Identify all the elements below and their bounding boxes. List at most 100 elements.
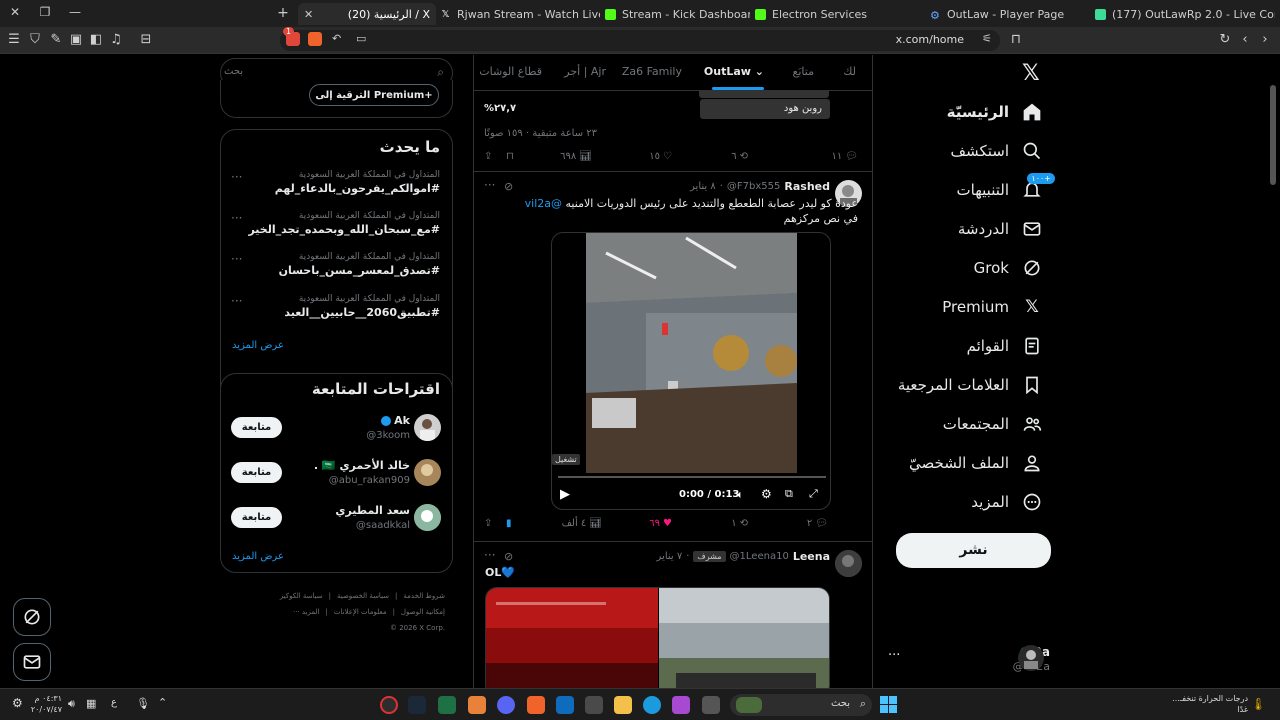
share-button[interactable]: ⇪	[484, 151, 492, 162]
avatar[interactable]	[835, 550, 862, 577]
settings-icon[interactable]: ⚙	[761, 487, 772, 501]
close-window-icon[interactable]: ✕	[6, 5, 24, 19]
repost-button[interactable]: ⟲ ٦	[731, 151, 748, 162]
footer-link[interactable]: المزيد ···	[293, 604, 320, 620]
footer-link[interactable]: معلومات الإعلانات	[334, 604, 387, 620]
suggestion-name[interactable]: Ak	[394, 414, 410, 427]
reload-icon[interactable]: ↻	[1217, 32, 1233, 48]
nav-profile[interactable]: الملف الشخصيّ	[909, 448, 1043, 478]
tab-outlaw[interactable]: OutLaw ⌄	[704, 65, 764, 78]
site-settings-icon[interactable]: ⚟	[982, 32, 992, 45]
grok-icon[interactable]: ⊘	[504, 550, 513, 563]
back-icon[interactable]: ‹	[1237, 32, 1253, 48]
start-icon[interactable]	[880, 696, 897, 713]
copilot-icon[interactable]	[672, 696, 690, 714]
tab-outlaw-console[interactable]: (177) OutLawRp 2.0 - Live Console	[1095, 3, 1275, 25]
restore-window-icon[interactable]: ❐	[36, 5, 54, 19]
account-avatar[interactable]	[1018, 645, 1044, 671]
app-a-icon[interactable]	[468, 696, 486, 714]
video-player[interactable]: تشغيل ▶ 0:00 / 0:13 🔈︎ ⚙ ⧉ ⤢	[551, 232, 831, 510]
suggestion-name[interactable]: خالد الأحمري 🇸🇦 .	[314, 459, 410, 472]
image-grid[interactable]	[485, 587, 830, 688]
taskbar-search[interactable]: بحث ⌕	[730, 694, 872, 716]
task-view-icon[interactable]	[702, 696, 720, 714]
new-tab-icon[interactable]: +	[274, 5, 292, 21]
discord-icon[interactable]	[497, 696, 515, 714]
post-time[interactable]: ٨ يناير	[690, 181, 716, 192]
nav-premium[interactable]: 𝕏 Premium	[942, 292, 1043, 322]
nav-lists[interactable]: القوائم	[967, 331, 1043, 361]
x-logo-icon[interactable]: 𝕏	[1022, 61, 1040, 86]
footer-link[interactable]: سياسة الخصوصية	[337, 588, 389, 604]
tab-za6-family[interactable]: Za6 Family	[622, 65, 682, 78]
picture-in-picture-icon[interactable]: ⧉	[785, 487, 793, 501]
nav-chat[interactable]: الدردشة	[958, 214, 1043, 244]
reply-button[interactable]: 💬︎ ١١	[832, 151, 858, 162]
messages-floating-button[interactable]	[13, 643, 51, 681]
avatar[interactable]	[414, 504, 441, 531]
edge-icon[interactable]	[643, 696, 661, 714]
mention-link[interactable]: @vil2a	[525, 197, 562, 210]
footer-link[interactable]: شروط الخدمة	[403, 588, 445, 604]
repost-button[interactable]: ⟲ ١	[731, 518, 748, 529]
network-icon[interactable]: ▦	[86, 697, 96, 710]
reload-reader-icon[interactable]: ↶	[332, 32, 341, 45]
more-icon[interactable]: ···	[484, 548, 495, 562]
more-icon[interactable]: ···	[231, 294, 242, 308]
avatar[interactable]	[414, 414, 441, 441]
microphone-icon[interactable]: 🎙︎	[136, 697, 150, 710]
tab-x-home[interactable]: ✕ (20) الرئيسية / X	[298, 3, 436, 25]
rewards-icon[interactable]	[308, 32, 322, 46]
steam-icon[interactable]	[408, 696, 426, 714]
tab-ajr[interactable]: Ajr | أجر	[564, 65, 606, 78]
trend-item[interactable]: المتداول في المملكة العربية السعودية #تص…	[230, 252, 440, 277]
nav-explore[interactable]: استكشف	[951, 136, 1043, 166]
nav-more[interactable]: المزيد	[971, 487, 1043, 517]
fullscreen-icon[interactable]: ⤢	[809, 487, 818, 501]
show-more-link[interactable]: عرض المزيد	[232, 551, 284, 562]
outlook-icon[interactable]	[556, 696, 574, 714]
volume-icon[interactable]: 🔈︎	[737, 488, 744, 502]
bookmark-icon[interactable]: ⊓	[1008, 32, 1024, 48]
tab-rjwan-stream[interactable]: 𝕏 Rjwan Stream - Watch Live on Kick	[440, 3, 600, 25]
author-handle[interactable]: @F7bx555	[727, 181, 780, 192]
more-icon[interactable]: ···	[231, 211, 242, 225]
settings-icon[interactable]: ⚙	[12, 696, 23, 710]
avatar[interactable]	[414, 459, 441, 486]
nav-grok[interactable]: Grok	[974, 253, 1043, 283]
post-button[interactable]: نشر	[896, 533, 1051, 568]
brave-icon[interactable]	[527, 696, 545, 714]
like-button[interactable]: ♥ ٦٩	[649, 518, 672, 529]
store-icon[interactable]	[585, 696, 603, 714]
page-scrollbar[interactable]	[1270, 85, 1276, 185]
close-tab-icon[interactable]: ✕	[304, 8, 313, 21]
tab-for-you[interactable]: لك	[843, 65, 856, 78]
follow-button[interactable]: متابعة	[231, 462, 282, 483]
music-icon[interactable]: ♫	[108, 32, 124, 48]
trend-item[interactable]: المتداول في المملكة العربية السعودية #تط…	[230, 294, 440, 319]
file-explorer-icon[interactable]	[614, 696, 632, 714]
grok-floating-button[interactable]	[13, 598, 51, 636]
author-handle[interactable]: @1Leena10	[730, 551, 789, 562]
play-icon[interactable]: ▶	[560, 487, 570, 502]
post-rashed[interactable]: Rashed @F7bx555 · ٨ يناير ⊘ ··· عودة كو …	[474, 171, 872, 541]
more-icon[interactable]: ···	[231, 170, 242, 184]
footer-link[interactable]: سياسة الكوكيز	[280, 588, 323, 604]
language-indicator[interactable]: ع	[111, 697, 117, 708]
more-icon[interactable]: ···	[484, 178, 495, 192]
menu-icon[interactable]: ☰	[6, 32, 22, 48]
sidebar-icon[interactable]: ◧	[88, 32, 104, 48]
trend-item[interactable]: المتداول في المملكة العربية السعودية #ام…	[230, 170, 440, 195]
tab-outlaw-player[interactable]: ⚙ OutLaw - Player Page	[930, 3, 1090, 25]
views-button[interactable]: 📊︎ ٦٩٨	[560, 151, 592, 162]
tab-electron-services[interactable]: Electron Services	[755, 3, 925, 25]
author-name[interactable]: Leena	[793, 550, 830, 563]
cast-icon[interactable]: ▭	[356, 32, 366, 45]
bookmark-button[interactable]: ▮	[506, 518, 512, 529]
tab-kick-dashboard[interactable]: Stream - Kick Dashboard	[605, 3, 750, 25]
post-time[interactable]: ٧ يناير	[657, 551, 683, 562]
share-button[interactable]: ⇪	[484, 518, 492, 529]
show-more-link[interactable]: عرض المزيد	[232, 340, 284, 351]
tab-following[interactable]: متابَع	[793, 65, 814, 78]
recording-app-icon[interactable]	[380, 696, 398, 714]
